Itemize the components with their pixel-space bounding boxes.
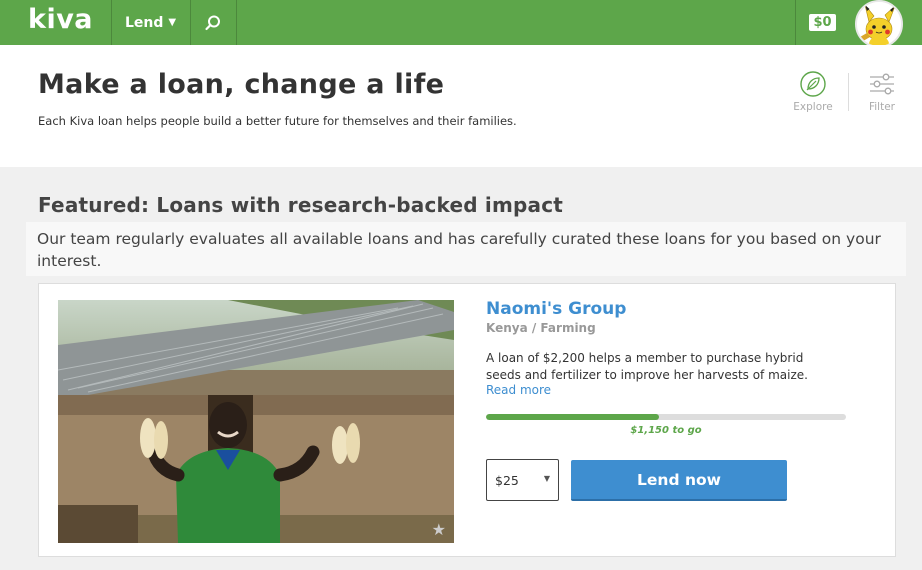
borrower-photo[interactable]: ★ <box>58 300 454 543</box>
borrower-location: Kenya / Farming <box>486 321 596 335</box>
filter-label: Filter <box>868 101 895 113</box>
funding-progress-bar <box>486 414 846 420</box>
lend-menu-button[interactable]: Lend ▼ <box>111 0 190 45</box>
filter-button[interactable]: Filter <box>852 70 912 113</box>
caret-down-icon: ▼ <box>543 474 550 483</box>
funding-progress-fill <box>486 414 659 420</box>
nav-divider <box>236 0 237 45</box>
lend-now-button[interactable]: Lend now <box>571 460 787 501</box>
lend-menu-label: Lend <box>124 14 164 31</box>
explore-label: Explore <box>793 101 833 113</box>
loan-card: ★ Naomi's Group Kenya / Farming A loan o… <box>38 283 896 557</box>
lend-amount-select[interactable]: $25 ▼ <box>486 459 559 501</box>
loan-use-description: A loan of $2,200 helps a member to purch… <box>486 351 808 382</box>
lend-amount-value: $25 <box>495 472 519 488</box>
sliders-icon <box>870 73 894 95</box>
explore-button[interactable]: Explore <box>783 70 843 113</box>
borrower-photo-image <box>58 300 454 543</box>
featured-title: Featured: Loans with research-backed imp… <box>38 193 564 217</box>
balance-button[interactable]: $0 <box>795 0 850 45</box>
favorite-star-icon[interactable]: ★ <box>432 520 446 539</box>
kiva-logo[interactable]: kiva <box>28 4 93 35</box>
featured-description: Our team regularly evaluates all availab… <box>26 222 906 276</box>
avatar-image <box>857 2 901 46</box>
avatar[interactable] <box>855 0 903 48</box>
search-button[interactable] <box>190 0 236 45</box>
borrower-name[interactable]: Naomi's Group <box>486 299 626 319</box>
leaf-icon <box>800 71 826 97</box>
read-more-link[interactable]: Read more <box>486 383 551 397</box>
caret-down-icon: ▼ <box>168 17 177 28</box>
balance-badge: $0 <box>809 14 836 31</box>
header-divider <box>848 73 849 111</box>
top-nav-bar: kiva Lend ▼ $0 <box>0 0 922 48</box>
amount-to-go: $1,150 to go <box>630 425 702 436</box>
page-header: Make a loan, change a life Each Kiva loa… <box>0 45 922 167</box>
page-title: Make a loan, change a life <box>38 69 445 100</box>
page-subtitle: Each Kiva loan helps people build a bett… <box>38 114 517 128</box>
search-icon <box>205 15 220 30</box>
